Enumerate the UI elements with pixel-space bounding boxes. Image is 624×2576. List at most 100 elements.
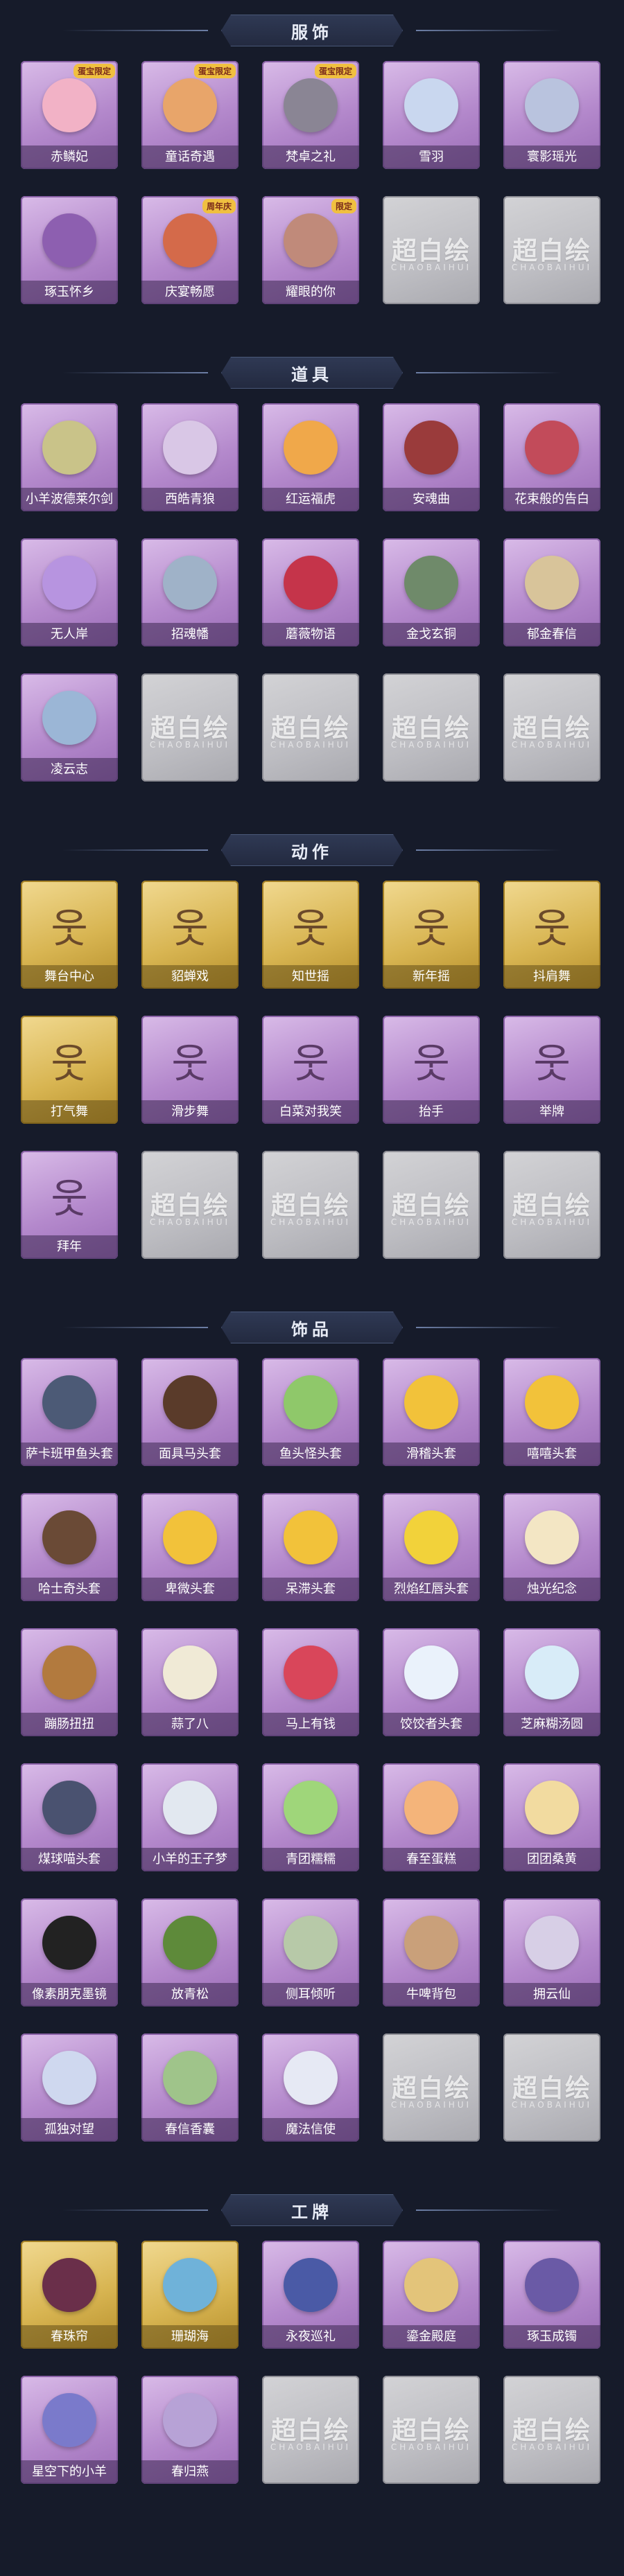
item-card[interactable]: 蛋宝限定 赤鳞妃 bbox=[21, 61, 118, 169]
item-card[interactable]: 웃 拜年 bbox=[21, 1151, 118, 1259]
item-card[interactable]: 鱼头怪头套 bbox=[262, 1358, 359, 1466]
item-art bbox=[516, 1503, 588, 1572]
header-divider-left bbox=[62, 372, 208, 373]
item-card[interactable]: 웃 知世摇 bbox=[262, 881, 359, 989]
item-card[interactable]: 牛啤背包 bbox=[383, 1898, 480, 2006]
item-card[interactable]: 鎏金殿庭 bbox=[383, 2241, 480, 2349]
item-card[interactable]: 无人岸 bbox=[21, 538, 118, 646]
item-label: 招魂幡 bbox=[141, 623, 239, 646]
item-thumbnail bbox=[525, 1510, 579, 1564]
item-card[interactable]: 周年庆 庆宴畅愿 bbox=[141, 196, 239, 304]
item-card[interactable]: 웃 抬手 bbox=[383, 1016, 480, 1124]
item-card[interactable]: 小羊的王子梦 bbox=[141, 1763, 239, 1871]
item-card[interactable]: 安魂曲 bbox=[383, 403, 480, 511]
item-card[interactable]: 芝麻糊汤圆 bbox=[503, 1628, 600, 1736]
item-card[interactable]: 星空下的小羊 bbox=[21, 2376, 118, 2484]
section-title: 动作 bbox=[221, 834, 403, 866]
item-label: 马上有钱 bbox=[262, 1713, 359, 1736]
person-pose-icon: 웃 bbox=[413, 1040, 450, 1087]
item-card[interactable]: 琢玉成镯 bbox=[503, 2241, 600, 2349]
item-label: 星空下的小羊 bbox=[21, 2460, 118, 2484]
item-label: 赤鳞妃 bbox=[21, 145, 118, 169]
item-card[interactable]: 蘑薇物语 bbox=[262, 538, 359, 646]
item-thumbnail bbox=[163, 2051, 217, 2105]
item-card[interactable]: 萨卡班甲鱼头套 bbox=[21, 1358, 118, 1466]
item-card[interactable]: 郁金春信 bbox=[503, 538, 600, 646]
item-card[interactable]: 西皓青狼 bbox=[141, 403, 239, 511]
item-card[interactable]: 马上有钱 bbox=[262, 1628, 359, 1736]
empty-slot-subtext: CHAOBAIHUI bbox=[511, 740, 593, 750]
item-card[interactable]: 放青松 bbox=[141, 1898, 239, 2006]
item-thumbnail bbox=[163, 556, 217, 610]
person-pose-icon: 웃 bbox=[171, 905, 209, 952]
item-card[interactable]: 魔法信使 bbox=[262, 2034, 359, 2142]
item-card[interactable]: 蹦肠扭扭 bbox=[21, 1628, 118, 1736]
item-thumbnail bbox=[404, 1646, 458, 1700]
item-card[interactable]: 红运福虎 bbox=[262, 403, 359, 511]
item-thumbnail bbox=[42, 421, 96, 475]
empty-slot-watermark: 超白绘 bbox=[512, 1192, 591, 1220]
item-card[interactable]: 团团桑黄 bbox=[503, 1763, 600, 1871]
item-card[interactable]: 웃 抖肩舞 bbox=[503, 881, 600, 989]
item-card[interactable]: 拥云仙 bbox=[503, 1898, 600, 2006]
item-card[interactable]: 金戈玄铜 bbox=[383, 538, 480, 646]
item-card[interactable]: 孤独对望 bbox=[21, 2034, 118, 2142]
item-card[interactable]: 春珠帘 bbox=[21, 2241, 118, 2349]
item-card[interactable]: 青团糯糯 bbox=[262, 1763, 359, 1871]
item-card[interactable]: 雪羽 bbox=[383, 61, 480, 169]
item-card[interactable]: 哈士奇头套 bbox=[21, 1493, 118, 1601]
item-card[interactable]: 웃 貂蝉戏 bbox=[141, 881, 239, 989]
item-thumbnail bbox=[42, 1510, 96, 1564]
empty-slot-watermark: 超白绘 bbox=[270, 714, 350, 743]
item-card[interactable]: 웃 白菜对我笑 bbox=[262, 1016, 359, 1124]
empty-slot-subtext: CHAOBAIHUI bbox=[511, 1217, 593, 1227]
item-card[interactable]: 蒜了八 bbox=[141, 1628, 239, 1736]
empty-slot-subtext: CHAOBAIHUI bbox=[390, 740, 472, 750]
item-card[interactable]: 呆滞头套 bbox=[262, 1493, 359, 1601]
item-card[interactable]: 卑微头套 bbox=[141, 1493, 239, 1601]
item-thumbnail bbox=[42, 2258, 96, 2312]
item-card[interactable]: 像素朋克墨镜 bbox=[21, 1898, 118, 2006]
item-thumbnail bbox=[42, 78, 96, 132]
item-card[interactable]: 烛光纪念 bbox=[503, 1493, 600, 1601]
item-card[interactable]: 웃 打气舞 bbox=[21, 1016, 118, 1124]
item-art bbox=[33, 2250, 105, 2320]
item-card[interactable]: 侧耳倾听 bbox=[262, 1898, 359, 2006]
item-label: 煤球喵头套 bbox=[21, 1848, 118, 1871]
item-card[interactable]: 웃 滑步舞 bbox=[141, 1016, 239, 1124]
item-label: 卑微头套 bbox=[141, 1578, 239, 1601]
item-card[interactable]: 凌云志 bbox=[21, 673, 118, 782]
item-card[interactable]: 蛋宝限定 梵卓之礼 bbox=[262, 61, 359, 169]
item-card[interactable]: 春至蛋糕 bbox=[383, 1763, 480, 1871]
item-card[interactable]: 限定 耀眼的你 bbox=[262, 196, 359, 304]
item-card[interactable]: 永夜巡礼 bbox=[262, 2241, 359, 2349]
item-card[interactable]: 滑稽头套 bbox=[383, 1358, 480, 1466]
item-label: 雪羽 bbox=[383, 145, 480, 169]
item-card[interactable]: 面具马头套 bbox=[141, 1358, 239, 1466]
item-card[interactable]: 春归燕 bbox=[141, 2376, 239, 2484]
item-card[interactable]: 琢玉怀乡 bbox=[21, 196, 118, 304]
item-label: 童话奇遇 bbox=[141, 145, 239, 169]
item-card[interactable]: 웃 舞台中心 bbox=[21, 881, 118, 989]
item-card[interactable]: 蛋宝限定 童话奇遇 bbox=[141, 61, 239, 169]
item-card[interactable]: 煤球喵头套 bbox=[21, 1763, 118, 1871]
item-card[interactable]: 寰影瑶光 bbox=[503, 61, 600, 169]
section-header-1: 道具 bbox=[0, 352, 624, 394]
item-card[interactable]: 웃 新年摇 bbox=[383, 881, 480, 989]
item-card[interactable]: 웃 举牌 bbox=[503, 1016, 600, 1124]
item-card[interactable]: 烈焰红唇头套 bbox=[383, 1493, 480, 1601]
item-card[interactable]: 小羊波德莱尔剑 bbox=[21, 403, 118, 511]
pose-icon: 웃 bbox=[154, 890, 226, 960]
item-label: 珊瑚海 bbox=[141, 2325, 239, 2349]
item-card[interactable]: 嘻嘻头套 bbox=[503, 1358, 600, 1466]
item-card[interactable]: 招魂幡 bbox=[141, 538, 239, 646]
item-art bbox=[33, 548, 105, 617]
item-thumbnail bbox=[404, 1510, 458, 1564]
item-card[interactable]: 春信香囊 bbox=[141, 2034, 239, 2142]
item-card[interactable]: 饺饺者头套 bbox=[383, 1628, 480, 1736]
item-card[interactable]: 珊瑚海 bbox=[141, 2241, 239, 2349]
item-card[interactable]: 花束般的告白 bbox=[503, 403, 600, 511]
section-title: 道具 bbox=[221, 357, 403, 389]
empty-slot-card: 超白绘 CHAOBAIHUI bbox=[383, 2376, 480, 2484]
item-thumbnail bbox=[284, 421, 338, 475]
